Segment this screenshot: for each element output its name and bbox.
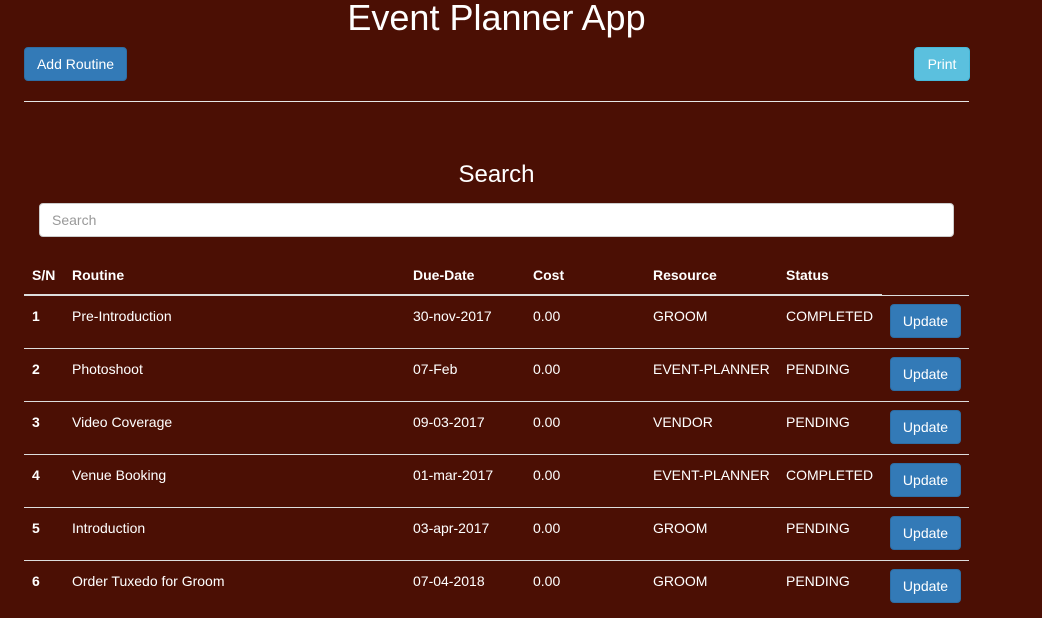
- cell-sn: 5: [24, 506, 64, 560]
- update-button[interactable]: Update: [890, 515, 961, 550]
- table-header-row: S/N Routine Due-Date Cost Resource Statu…: [24, 256, 969, 296]
- cell-sn: 4: [24, 453, 64, 507]
- cell-cost: 0.00: [525, 294, 645, 348]
- cell-resource: EVENT-PLANNER: [645, 453, 778, 507]
- column-header-due-date: Due-Date: [405, 256, 525, 296]
- cell-action: Update: [882, 506, 969, 560]
- cell-routine: Pre-Introduction: [64, 294, 405, 348]
- column-header-resource: Resource: [645, 256, 778, 296]
- cell-status: PENDING: [778, 506, 882, 560]
- cell-action: Update: [882, 453, 969, 507]
- column-header-status: Status: [778, 256, 882, 296]
- cell-resource: VENDOR: [645, 400, 778, 454]
- cell-cost: 0.00: [525, 453, 645, 507]
- routines-table: S/N Routine Due-Date Cost Resource Statu…: [24, 256, 969, 613]
- cell-routine: Photoshoot: [64, 347, 405, 401]
- cell-action: Update: [882, 347, 969, 401]
- cell-action: Update: [882, 559, 969, 613]
- cell-resource: GROOM: [645, 506, 778, 560]
- table-row: 6 Order Tuxedo for Groom 07-04-2018 0.00…: [24, 559, 969, 613]
- cell-routine: Order Tuxedo for Groom: [64, 559, 405, 613]
- cell-status: PENDING: [778, 400, 882, 454]
- update-button[interactable]: Update: [890, 409, 961, 444]
- cell-status: COMPLETED: [778, 294, 882, 348]
- cell-status: PENDING: [778, 347, 882, 401]
- cell-due-date: 07-Feb: [405, 347, 525, 401]
- cell-cost: 0.00: [525, 347, 645, 401]
- cell-routine: Introduction: [64, 506, 405, 560]
- table-row: 2 Photoshoot 07-Feb 0.00 EVENT-PLANNER P…: [24, 347, 969, 401]
- cell-sn: 6: [24, 559, 64, 613]
- column-header-action: [882, 256, 969, 295]
- column-header-cost: Cost: [525, 256, 645, 296]
- column-header-sn: S/N: [24, 256, 64, 296]
- table-row: 5 Introduction 03-apr-2017 0.00 GROOM PE…: [24, 506, 969, 560]
- column-header-routine: Routine: [64, 256, 405, 296]
- cell-due-date: 07-04-2018: [405, 559, 525, 613]
- update-button[interactable]: Update: [890, 356, 961, 391]
- cell-action: Update: [882, 400, 969, 454]
- cell-sn: 1: [24, 294, 64, 348]
- update-button[interactable]: Update: [890, 462, 961, 497]
- header-divider: [24, 101, 969, 102]
- add-routine-button[interactable]: Add Routine: [24, 47, 127, 81]
- cell-sn: 2: [24, 347, 64, 401]
- cell-routine: Video Coverage: [64, 400, 405, 454]
- cell-due-date: 09-03-2017: [405, 400, 525, 454]
- page-title: Event Planner App: [347, 0, 646, 38]
- cell-cost: 0.00: [525, 506, 645, 560]
- cell-status: COMPLETED: [778, 453, 882, 507]
- cell-status: PENDING: [778, 559, 882, 613]
- table-row: 3 Video Coverage 09-03-2017 0.00 VENDOR …: [24, 400, 969, 454]
- cell-action: Update: [882, 294, 969, 348]
- cell-cost: 0.00: [525, 400, 645, 454]
- cell-due-date: 01-mar-2017: [405, 453, 525, 507]
- cell-due-date: 03-apr-2017: [405, 506, 525, 560]
- table-row: 1 Pre-Introduction 30-nov-2017 0.00 GROO…: [24, 294, 969, 348]
- search-heading: Search: [458, 161, 535, 188]
- cell-due-date: 30-nov-2017: [405, 294, 525, 348]
- cell-sn: 3: [24, 400, 64, 454]
- cell-resource: GROOM: [645, 559, 778, 613]
- cell-routine: Venue Booking: [64, 453, 405, 507]
- print-button[interactable]: Print: [914, 47, 970, 81]
- table-row: 4 Venue Booking 01-mar-2017 0.00 EVENT-P…: [24, 453, 969, 507]
- cell-resource: EVENT-PLANNER: [645, 347, 778, 401]
- update-button[interactable]: Update: [890, 303, 961, 338]
- cell-cost: 0.00: [525, 559, 645, 613]
- cell-resource: GROOM: [645, 294, 778, 348]
- search-input[interactable]: [39, 203, 954, 237]
- update-button[interactable]: Update: [890, 568, 961, 603]
